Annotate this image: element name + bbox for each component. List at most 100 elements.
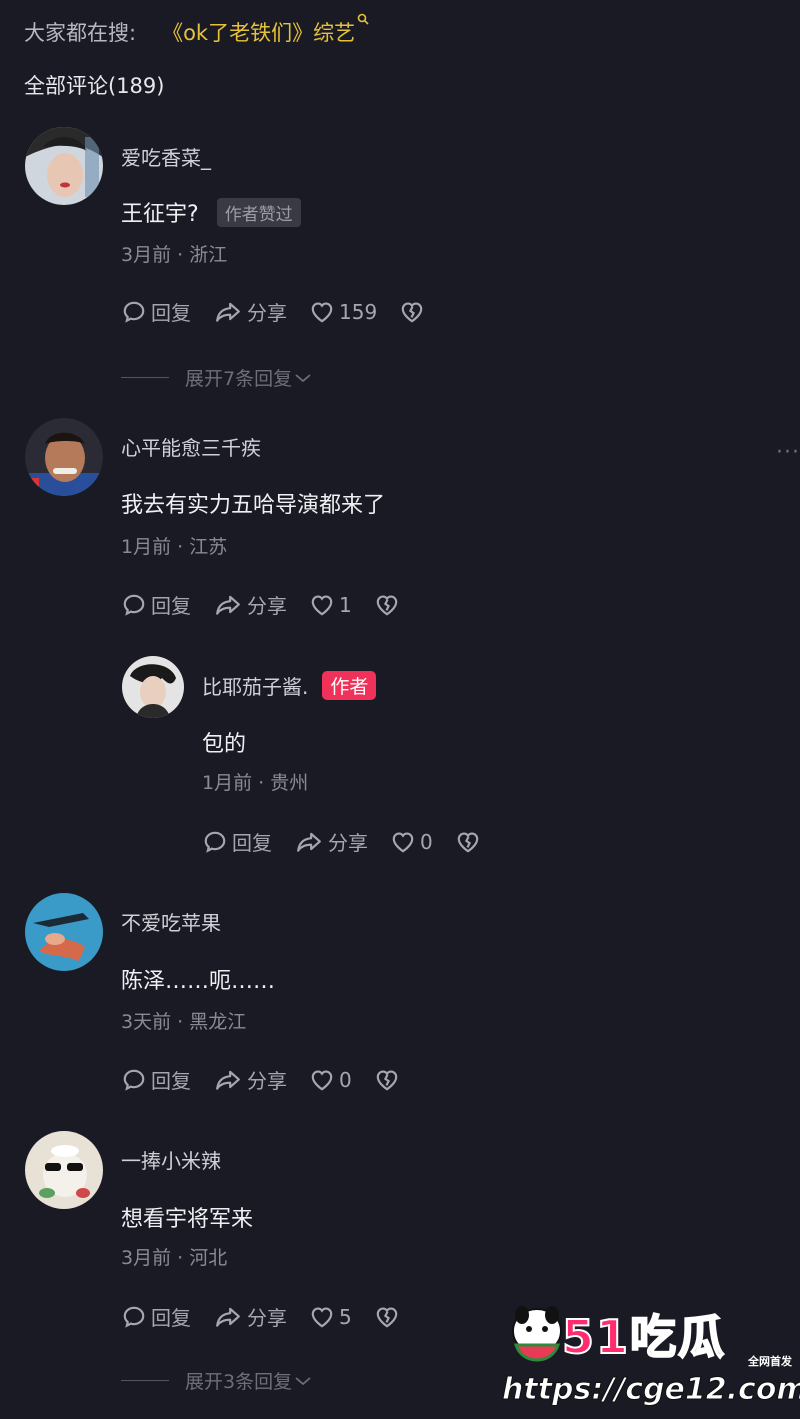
avatar[interactable] <box>122 656 184 718</box>
comment-actions: 回复 分享 5 <box>121 1302 422 1331</box>
dislike-button[interactable] <box>374 1067 400 1093</box>
username-text: 心平能愈三千疾 <box>121 436 261 460</box>
watermark-logo: 51吃瓜 全网首发 https://cge12.com <box>502 1301 800 1411</box>
like-count: 0 <box>339 1067 352 1092</box>
reply-label: 回复 <box>151 301 191 325</box>
like-count: 1 <box>339 592 352 617</box>
divider-line <box>121 377 169 378</box>
like-button[interactable]: 5 <box>309 1304 352 1330</box>
comment-username[interactable]: 心平能愈三千疾 <box>121 432 261 461</box>
like-count: 5 <box>339 1304 352 1329</box>
username-text: 一捧小米辣 <box>121 1149 221 1173</box>
like-count: 159 <box>339 299 378 324</box>
username-text: 不爱吃苹果 <box>121 911 221 935</box>
like-button[interactable]: 1 <box>309 592 352 618</box>
author-badge: 作者 <box>322 671 377 700</box>
broken-heart-icon <box>455 829 481 855</box>
like-button[interactable]: 159 <box>309 299 377 325</box>
dislike-button[interactable] <box>399 299 425 325</box>
comment-meta: 1月前 · 贵州 <box>202 772 309 794</box>
reply-label: 回复 <box>151 1069 191 1093</box>
hot-search-label: 大家都在搜: <box>24 21 137 45</box>
comment-meta: 3月前 · 浙江 <box>121 244 228 266</box>
comment-text: 我去有实力五哈导演都来了 <box>121 487 385 519</box>
comment-username[interactable]: 不爱吃苹果 <box>121 907 221 936</box>
comment-username[interactable]: 爱吃香菜_ <box>121 142 211 171</box>
heart-icon <box>309 592 335 618</box>
watermark-tag: 全网首发 <box>748 1355 792 1368</box>
share-button[interactable]: 分享 <box>294 827 368 856</box>
share-arrow-icon <box>213 592 243 618</box>
hot-search-topic-text: 《ok了老铁们》综艺 <box>162 21 356 45</box>
comment-body: 想看宇将军来 <box>121 1207 254 1232</box>
like-count: 0 <box>420 829 433 854</box>
expand-replies-button[interactable]: 展开7条回复 <box>121 364 312 391</box>
avatar[interactable] <box>25 127 103 205</box>
search-icon <box>357 13 369 29</box>
reply-button[interactable]: 回复 <box>121 297 191 326</box>
dislike-button[interactable] <box>374 1304 400 1330</box>
avatar[interactable] <box>25 418 103 496</box>
comment-actions: 回复 分享 0 <box>121 1065 422 1094</box>
reply-button[interactable]: 回复 <box>202 827 272 856</box>
avatar[interactable] <box>25 1131 103 1209</box>
comment-meta: 1月前 · 江苏 <box>121 536 228 558</box>
share-label: 分享 <box>247 1306 287 1330</box>
username-text: 比耶茄子酱. <box>202 675 309 699</box>
watermark-brand: 51吃瓜 <box>561 1309 727 1365</box>
share-button[interactable]: 分享 <box>213 1065 287 1094</box>
comment-actions: 回复 分享 159 <box>121 297 447 326</box>
share-arrow-icon <box>213 1067 243 1093</box>
reply-button[interactable]: 回复 <box>121 1302 191 1331</box>
broken-heart-icon <box>374 592 400 618</box>
heart-icon <box>309 299 335 325</box>
chevron-down-icon <box>295 1376 311 1385</box>
comment-text: 想看宇将军来 <box>121 1201 253 1233</box>
expand-replies-label: 展开7条回复 <box>185 368 293 390</box>
hot-search-topic-link[interactable]: 《ok了老铁们》综艺 <box>162 13 369 47</box>
dislike-button[interactable] <box>455 829 481 855</box>
comment-body: 我去有实力五哈导演都来了 <box>121 493 386 518</box>
like-button[interactable]: 0 <box>390 829 433 855</box>
comment-body: 包的 <box>202 732 247 757</box>
share-label: 分享 <box>247 1069 287 1093</box>
share-button[interactable]: 分享 <box>213 297 287 326</box>
hot-search-row: 大家都在搜: 《ok了老铁们》综艺 <box>24 13 369 50</box>
share-arrow-icon <box>213 1304 243 1330</box>
comment-bubble-icon <box>202 829 228 855</box>
share-label: 分享 <box>247 301 287 325</box>
share-label: 分享 <box>247 594 287 618</box>
expand-replies-label: 展开3条回复 <box>185 1371 293 1393</box>
reply-button[interactable]: 回复 <box>121 1065 191 1094</box>
comment-actions: 回复 分享 1 <box>121 590 422 619</box>
chevron-down-icon <box>295 373 311 382</box>
comment-meta: 3天前 · 黑龙江 <box>121 1011 247 1033</box>
dislike-button[interactable] <box>374 592 400 618</box>
comment-bubble-icon <box>121 1304 147 1330</box>
comment-text: 包的 <box>202 726 246 758</box>
comment-username[interactable]: 比耶茄子酱. 作者 <box>202 671 377 700</box>
share-arrow-icon <box>294 829 324 855</box>
broken-heart-icon <box>374 1067 400 1093</box>
watermelon-mascot-icon <box>512 1306 562 1362</box>
reply-button[interactable]: 回复 <box>121 590 191 619</box>
like-button[interactable]: 0 <box>309 1067 352 1093</box>
broken-heart-icon <box>374 1304 400 1330</box>
comment-username[interactable]: 一捧小米辣 <box>121 1145 221 1174</box>
comment-body: 王征宇? <box>121 202 199 227</box>
comment-bubble-icon <box>121 299 147 325</box>
comment-actions: 回复 分享 0 <box>202 827 503 856</box>
reply-label: 回复 <box>232 831 272 855</box>
watermark-url: https://cge12.com <box>502 1372 800 1408</box>
heart-icon <box>309 1067 335 1093</box>
heart-icon <box>390 829 416 855</box>
comment-bubble-icon <box>121 1067 147 1093</box>
more-options-icon[interactable]: ··· <box>776 440 800 465</box>
avatar[interactable] <box>25 893 103 971</box>
divider-line <box>121 1380 169 1381</box>
share-button[interactable]: 分享 <box>213 590 287 619</box>
author-liked-badge: 作者赞过 <box>216 197 301 227</box>
share-button[interactable]: 分享 <box>213 1302 287 1331</box>
heart-icon <box>309 1304 335 1330</box>
expand-replies-button[interactable]: 展开3条回复 <box>121 1367 312 1394</box>
